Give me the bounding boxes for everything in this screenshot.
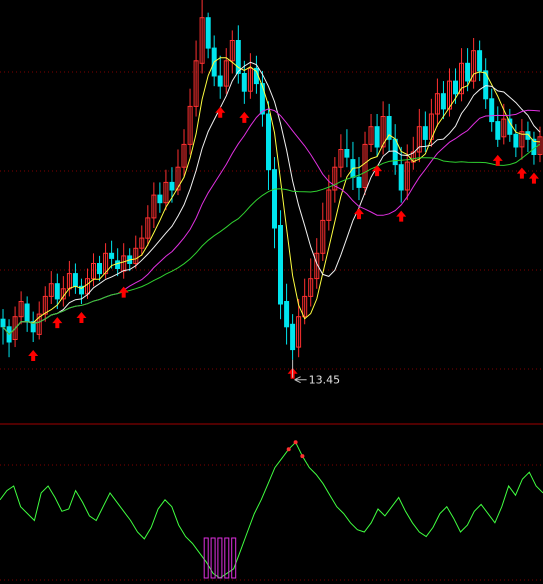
buy-arrow-icon — [76, 312, 87, 323]
candle-down — [97, 263, 102, 275]
ma20-line — [2, 108, 541, 336]
candle-down — [0, 318, 6, 328]
candle-down — [157, 194, 163, 204]
candle-down — [495, 121, 501, 140]
buy-arrow-icon — [372, 165, 383, 177]
oscillator-peak-dot — [286, 447, 291, 452]
candle-down — [278, 225, 283, 305]
candle-down — [356, 176, 362, 188]
candle-down — [290, 323, 296, 351]
stock-chart: 13.45 — [0, 0, 543, 584]
candle-down — [440, 93, 446, 110]
candle-down — [489, 98, 495, 123]
candle-down — [422, 126, 428, 140]
candle-down — [54, 283, 60, 300]
oscillator-peak-dot — [300, 454, 305, 459]
candle-down — [205, 17, 211, 49]
candle-down — [465, 62, 471, 82]
buy-arrow-icon — [28, 350, 39, 361]
candle-down — [272, 169, 277, 229]
candle-down — [507, 118, 513, 135]
oscillator-peak-dot — [293, 440, 298, 445]
buy-arrow-icon — [528, 172, 539, 184]
candle-down — [169, 181, 175, 191]
candle-down — [241, 73, 247, 92]
buy-arrow-icon — [396, 210, 407, 222]
candle-down — [72, 273, 78, 287]
candle-down — [109, 252, 115, 259]
candle-down — [453, 80, 458, 95]
candle-down — [344, 149, 350, 158]
ma40-line — [2, 143, 541, 336]
candle-down — [398, 164, 404, 191]
buy-arrow-icon — [353, 208, 364, 220]
buy-arrow-icon — [239, 111, 250, 123]
candle-down — [477, 50, 483, 72]
low-price-label: 13.45 — [309, 374, 341, 387]
low-marker-arrow-icon — [294, 376, 307, 384]
buy-arrow-icon — [215, 106, 226, 118]
oscillator-trough-bar — [203, 537, 209, 579]
candle-down — [513, 133, 519, 148]
oscillator-trough-bar — [217, 537, 223, 579]
candle-down — [24, 303, 30, 323]
candle-down — [115, 260, 121, 269]
candle-down — [284, 301, 290, 328]
candle-down — [217, 75, 223, 87]
candle-down — [266, 113, 271, 171]
candle-down — [259, 83, 265, 115]
buy-arrow-icon — [52, 317, 63, 329]
chart-canvas: 13.45 — [0, 0, 543, 581]
oscillator-trough-bar — [231, 537, 237, 579]
watermark-url — [378, 452, 543, 470]
candle-down — [374, 126, 380, 148]
buy-arrow-icon — [516, 167, 527, 179]
